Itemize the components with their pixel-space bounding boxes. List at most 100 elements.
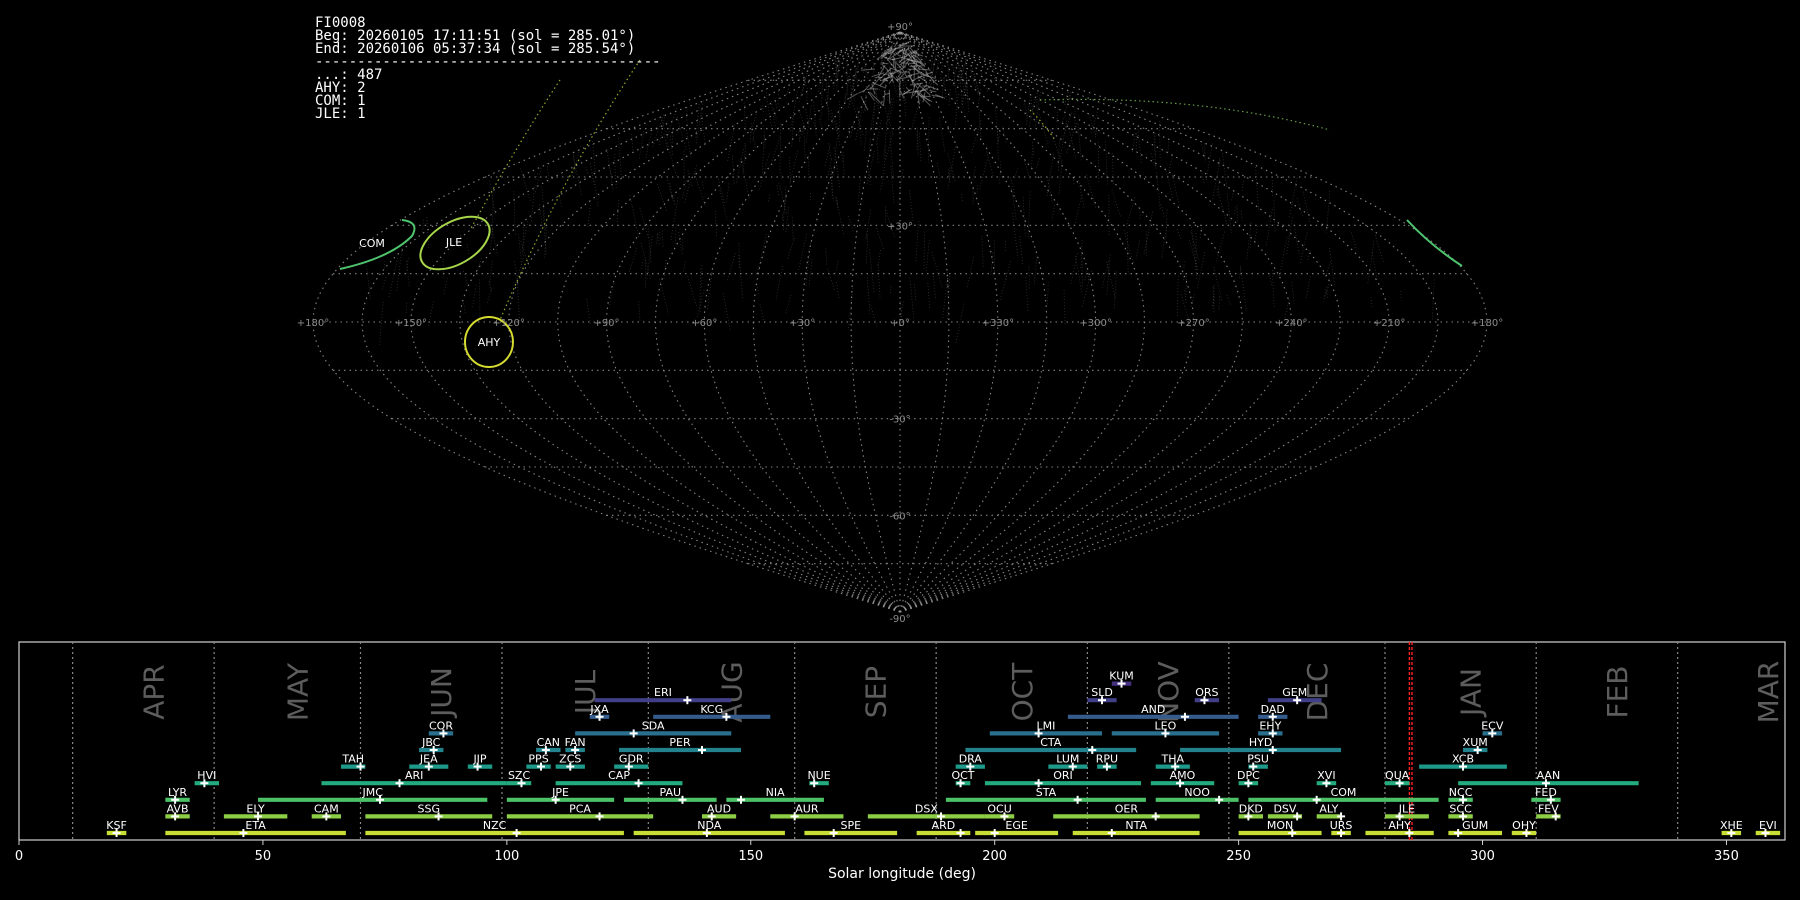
count-line: ...: 487	[315, 67, 383, 83]
shower-label: NTA	[1125, 819, 1147, 832]
sky-map: COM JLE AHY +180° +150° +120° +90° +60° +30° +0° +…	[297, 22, 1503, 625]
shower-label: AHY	[1388, 819, 1411, 832]
longitude-label: +180°	[1471, 318, 1503, 329]
meteor-trail	[854, 66, 859, 85]
month-label: JAN	[1455, 668, 1488, 718]
longitude-label: +300°	[1079, 318, 1111, 329]
meteor-trail	[866, 277, 871, 314]
meteor-trail	[864, 230, 868, 243]
meteor-trail	[1063, 112, 1072, 136]
shower-label: SCC	[1449, 802, 1472, 815]
meteor-trail	[1156, 172, 1161, 212]
meteor-trail	[914, 284, 917, 301]
meteor-trail	[489, 260, 493, 286]
meteor-trail	[778, 182, 788, 215]
longitude-label: +30°	[789, 318, 815, 329]
shower-label: GEM	[1282, 686, 1307, 699]
shower-trail	[1029, 109, 1056, 141]
meteor-trail	[848, 65, 858, 108]
shower-label: ARD	[932, 819, 956, 832]
shower-label: EHY	[1259, 719, 1281, 732]
meteor-trail	[1137, 125, 1142, 164]
meteor-trail	[396, 248, 403, 293]
meteor-trail	[1033, 256, 1038, 285]
meteor-trail	[665, 108, 678, 141]
meteor-trail	[756, 284, 760, 294]
meteor-trail	[981, 235, 984, 268]
meteor-trail	[830, 173, 834, 202]
shower-label: DPC	[1237, 769, 1260, 782]
meteor-trail	[779, 169, 783, 180]
meteor-trail	[915, 221, 919, 262]
longitude-label: +240°	[1275, 318, 1307, 329]
meteor-trail	[835, 54, 838, 79]
meteor-trail	[1305, 276, 1311, 300]
latitude-label: -30°	[889, 415, 910, 426]
shower-label: JIP	[472, 753, 486, 766]
shower-label: PAU	[660, 786, 682, 799]
shower-label: AUR	[795, 802, 819, 815]
meteor-trail	[1240, 266, 1247, 312]
meteor-trail	[1085, 174, 1097, 209]
meteor-trail	[530, 187, 535, 222]
meteor-trail	[850, 123, 855, 138]
meteor-trail	[657, 183, 668, 213]
shower-label: GUM	[1462, 819, 1488, 832]
meteor-trail	[1111, 189, 1122, 218]
shower-label: PER	[669, 736, 691, 749]
meteor-trail	[971, 166, 977, 184]
meteor-trail	[827, 58, 831, 101]
meteor-trail	[466, 244, 470, 255]
meteor-trail	[1019, 236, 1024, 265]
meteor-trail	[1058, 159, 1063, 194]
meteor-trail	[1050, 129, 1063, 164]
meteor-trail	[1265, 209, 1273, 246]
meteor-trail	[770, 101, 777, 131]
meteor-trail	[1135, 133, 1138, 152]
meteor-trail	[917, 75, 927, 83]
meteor-trail	[888, 78, 893, 85]
shower-label: NOO	[1184, 786, 1210, 799]
meteor-trail	[1177, 229, 1182, 240]
shower-label: AAN	[1537, 769, 1561, 782]
meteor-trail	[820, 73, 824, 122]
shower-label: EGE	[1005, 819, 1027, 832]
meteor-trail	[639, 207, 649, 239]
meteor-trail	[687, 276, 697, 306]
meteor-trail	[674, 224, 677, 245]
shower-timeline-chart: APR MAY JUN JUL AUG SEP OCT NOV DEC JAN FEB MARKSF E…	[15, 641, 1786, 882]
shower-label: LUM	[1056, 753, 1079, 766]
meteor-trail	[1226, 294, 1231, 306]
shower-label: ALY	[1319, 802, 1338, 815]
meteor-trail	[714, 210, 718, 238]
meteor-trail	[948, 89, 951, 107]
shower-label: JPE	[551, 786, 569, 799]
meteor-trail	[805, 105, 812, 144]
meteor-trail	[885, 98, 893, 125]
meteor-trail	[443, 277, 448, 294]
shower-label: LYR	[168, 786, 187, 799]
shower-label: KCG	[700, 703, 723, 716]
meteor-trail	[1105, 141, 1108, 186]
meteor-trail	[919, 133, 922, 162]
meteor-trail	[909, 65, 923, 67]
meteor-trail	[1431, 279, 1435, 320]
meteor-trail	[797, 233, 808, 273]
meteor-trail	[1135, 240, 1140, 259]
meteor-trail	[927, 117, 930, 164]
meteor-trail	[669, 135, 673, 155]
meteor-trail	[871, 82, 887, 89]
meteor-trail	[1160, 203, 1165, 217]
meteor-trail	[761, 105, 765, 114]
meteor-trail	[661, 230, 664, 247]
meteor-trail	[1063, 290, 1066, 325]
meteor-trail	[606, 148, 614, 192]
month-label: MAY	[281, 662, 314, 721]
meteor-trail	[970, 119, 982, 154]
shower-label: FED	[1535, 786, 1557, 799]
longitude-label: +60°	[691, 318, 717, 329]
meteor-trail	[966, 256, 975, 288]
meteor-trail	[857, 107, 862, 145]
meteor-trail	[676, 116, 687, 151]
meteor-trail	[1291, 282, 1295, 304]
